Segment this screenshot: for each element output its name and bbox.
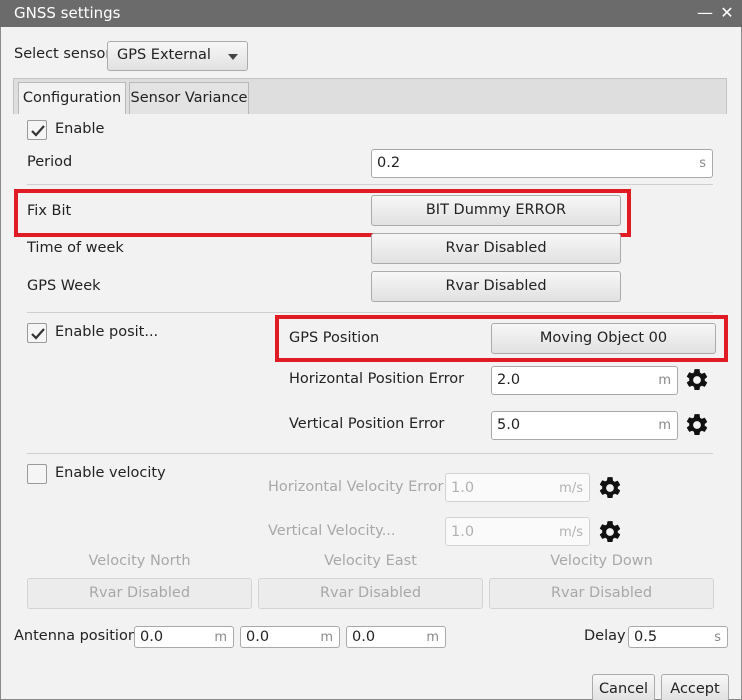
separator (27, 184, 713, 185)
antenna-z-unit: m (426, 630, 439, 645)
horizontal-position-error-field[interactable]: 2.0 m (491, 366, 678, 395)
vertical-velocity-error-label: Vertical Velocity... (268, 523, 396, 539)
velocity-down-button[interactable]: Rvar Disabled (489, 578, 714, 609)
title-bar: GNSS settings — ✕ (0, 0, 742, 27)
window-title: GNSS settings (14, 4, 121, 22)
horizontal-position-error-value: 2.0 (497, 372, 521, 388)
gear-icon[interactable] (684, 412, 710, 438)
cancel-button[interactable]: Cancel (592, 674, 655, 700)
delay-label: Delay (584, 628, 626, 644)
tab-configuration[interactable]: Configuration (18, 82, 126, 114)
checkmark-icon (31, 125, 45, 137)
highlight-box (275, 315, 728, 362)
period-unit: s (699, 156, 706, 171)
enable-velocity-checkbox[interactable] (27, 464, 47, 484)
gear-icon[interactable] (597, 475, 623, 501)
antenna-y-value: 0.0 (246, 629, 270, 645)
sensor-select-value: GPS External (117, 47, 211, 63)
delay-unit: s (714, 630, 721, 645)
close-button[interactable]: ✕ (716, 1, 738, 25)
horizontal-velocity-error-unit: m/s (559, 481, 583, 496)
select-sensor-label: Select sensor (14, 46, 112, 62)
separator (27, 312, 713, 313)
gps-week-label: GPS Week (27, 278, 101, 294)
enable-checkbox[interactable] (27, 120, 47, 140)
gps-week-button[interactable]: Rvar Disabled (371, 271, 621, 302)
checkmark-icon (31, 328, 45, 340)
accept-button[interactable]: Accept (661, 674, 729, 700)
period-label: Period (27, 154, 73, 170)
vertical-velocity-error-field[interactable]: 1.0 m/s (445, 517, 590, 546)
time-of-week-button[interactable]: Rvar Disabled (371, 233, 621, 264)
enable-velocity-label: Enable velocity (55, 465, 166, 481)
antenna-z-field[interactable]: 0.0 m (346, 626, 446, 648)
period-field[interactable]: 0.2 s (371, 149, 713, 178)
gear-icon[interactable] (597, 519, 623, 545)
antenna-y-field[interactable]: 0.0 m (240, 626, 340, 648)
antenna-position-label: Antenna position (14, 628, 138, 644)
velocity-north-button[interactable]: Rvar Disabled (27, 578, 252, 609)
highlight-box (14, 189, 631, 237)
delay-value: 0.5 (634, 629, 658, 645)
velocity-east-button[interactable]: Rvar Disabled (258, 578, 483, 609)
antenna-x-value: 0.0 (140, 629, 164, 645)
sensor-select[interactable]: GPS External (107, 41, 248, 71)
vertical-velocity-error-unit: m/s (559, 525, 583, 540)
antenna-y-unit: m (320, 630, 333, 645)
enable-label: Enable (55, 121, 105, 137)
horizontal-velocity-error-field[interactable]: 1.0 m/s (445, 473, 590, 502)
vertical-position-error-value: 5.0 (497, 417, 521, 433)
enable-position-label: Enable posit... (55, 324, 159, 340)
tab-sensor-variance[interactable]: Sensor Variance (129, 82, 249, 114)
vertical-velocity-error-value: 1.0 (451, 524, 475, 540)
enable-position-checkbox[interactable] (27, 323, 47, 343)
chevron-down-icon (228, 54, 238, 60)
delay-field[interactable]: 0.5 s (628, 626, 728, 648)
velocity-north-label: Velocity North (88, 553, 191, 569)
antenna-x-unit: m (214, 630, 227, 645)
gear-icon[interactable] (684, 367, 710, 393)
minimize-button[interactable]: — (694, 1, 716, 25)
velocity-east-label: Velocity East (324, 553, 417, 569)
horizontal-velocity-error-label: Horizontal Velocity Error (268, 479, 444, 495)
vertical-position-error-field[interactable]: 5.0 m (491, 411, 678, 440)
velocity-down-label: Velocity Down (550, 553, 653, 569)
antenna-z-value: 0.0 (352, 629, 376, 645)
vertical-position-error-unit: m (658, 418, 671, 433)
horizontal-position-error-unit: m (658, 373, 671, 388)
vertical-position-error-label: Vertical Position Error (289, 416, 445, 432)
horizontal-velocity-error-value: 1.0 (451, 480, 475, 496)
horizontal-position-error-label: Horizontal Position Error (289, 371, 465, 387)
period-value: 0.2 (377, 155, 401, 171)
separator (27, 453, 713, 454)
time-of-week-label: Time of week (27, 240, 124, 256)
antenna-x-field[interactable]: 0.0 m (134, 626, 234, 648)
